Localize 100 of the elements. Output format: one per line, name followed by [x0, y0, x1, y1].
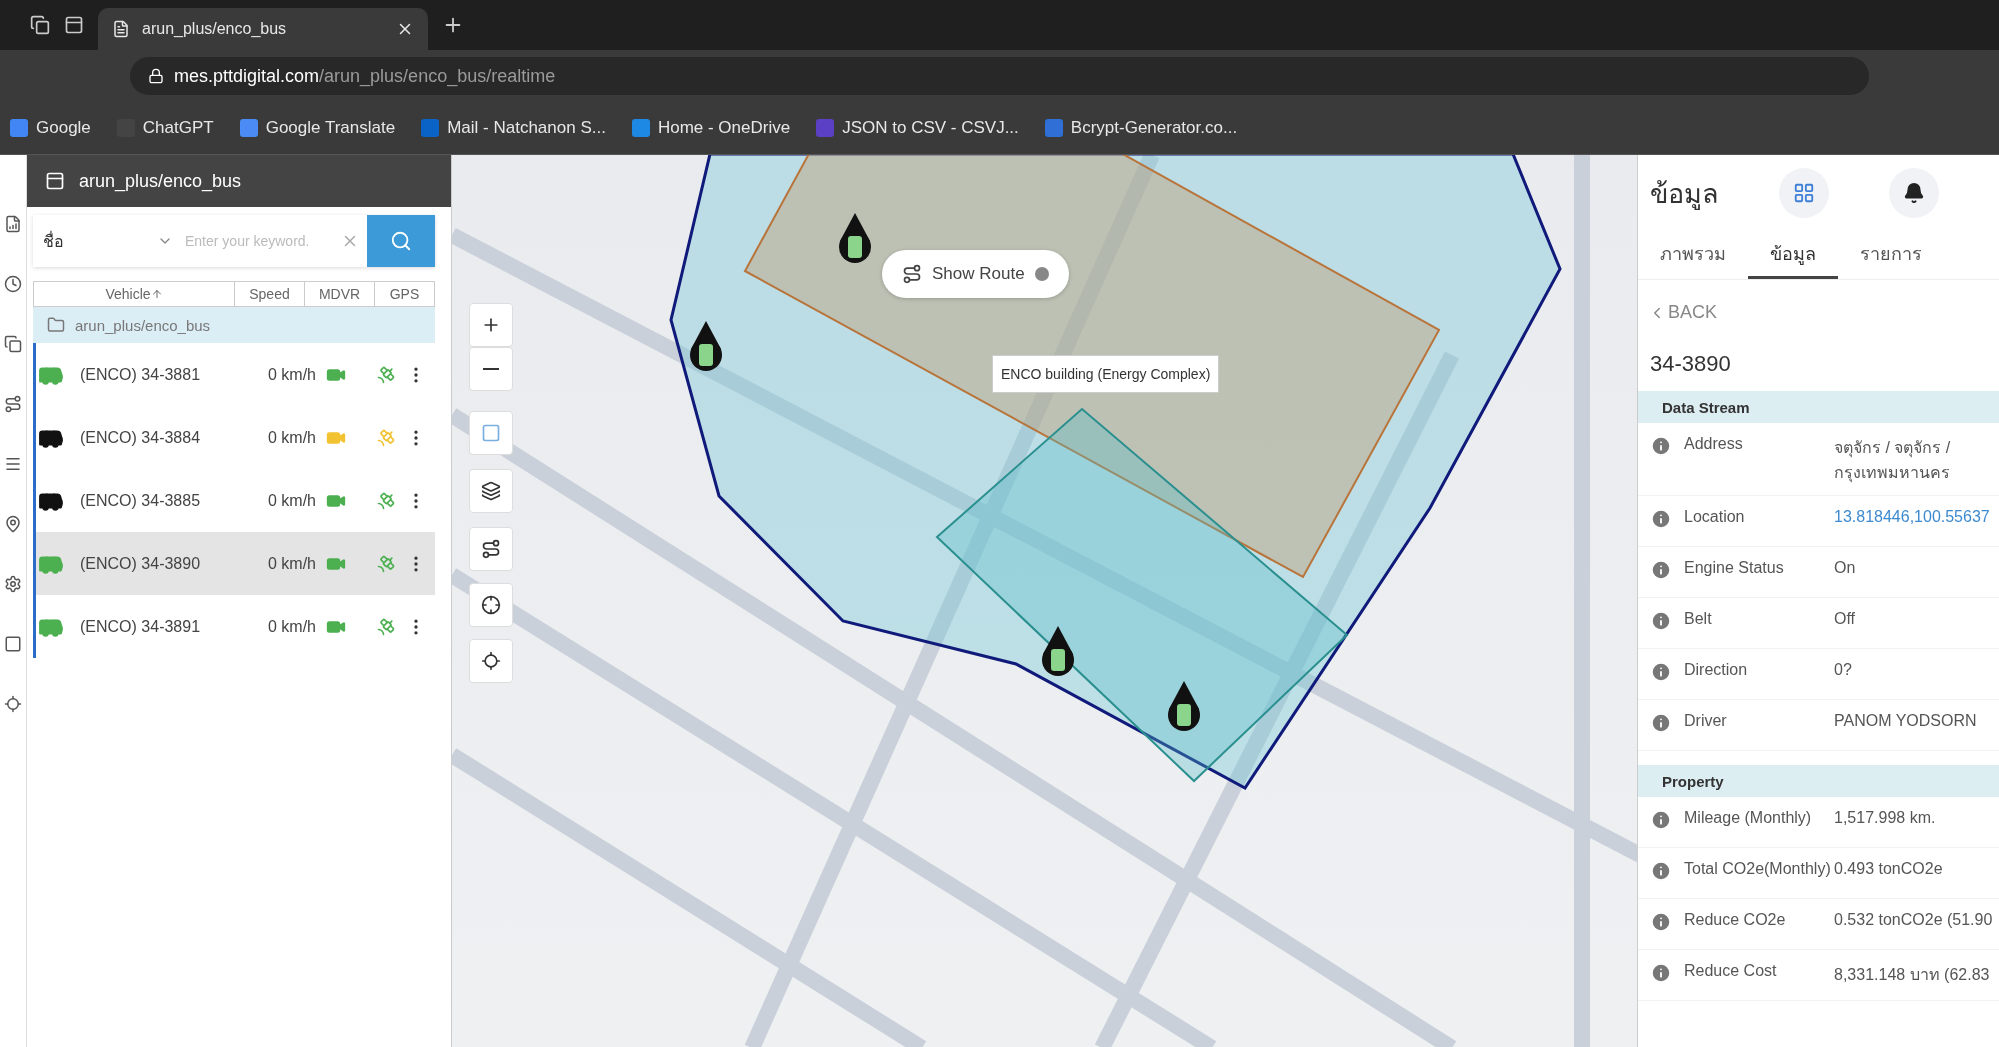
field-value: จตุจักร / จตุจักร / กรุงเทพมหานคร [1834, 438, 1952, 485]
section-header: Property [1638, 765, 1999, 797]
map-thumbnail-icon [481, 423, 501, 443]
page-icon [112, 20, 130, 38]
notification-button[interactable] [1889, 168, 1939, 218]
field-value: 1,517.998 km. [1834, 809, 1937, 827]
browser-tab[interactable]: arun_plus/enco_bus [98, 8, 428, 50]
workspace-icon[interactable] [30, 15, 50, 35]
vehicle-marker-icon[interactable] [839, 213, 871, 263]
vehicle-speed: 0 km/h [267, 428, 317, 447]
route-icon [481, 539, 501, 559]
sidebar-icon[interactable] [4, 455, 22, 473]
info-icon[interactable] [1650, 712, 1672, 734]
vehicle-name: (ENCO) 34-3890 [80, 554, 202, 573]
bookmark-icon [631, 119, 650, 137]
panel-title: ข้อมูล [1650, 177, 1719, 212]
bookmark[interactable]: Bcrypt-Generator.co... [1044, 118, 1238, 138]
field-label: Address [1684, 435, 1744, 453]
show-route-button[interactable]: Show Route [882, 250, 1069, 298]
sidebar-icon[interactable] [4, 575, 22, 593]
back-link[interactable]: BACK [1648, 302, 1999, 323]
tab[interactable]: ข้อมูล [1748, 231, 1838, 279]
info-icon[interactable] [1650, 610, 1672, 632]
field-label: Driver [1684, 712, 1728, 730]
bookmark[interactable]: Google [10, 118, 91, 138]
field-value: 0.493 tonCO2e [1834, 860, 1944, 878]
bookmark-icon [239, 119, 258, 137]
info-icon[interactable] [1650, 661, 1672, 683]
vehicle-name: (ENCO) 34-3885 [80, 491, 202, 510]
search-field-select[interactable]: ชื่อ [33, 215, 183, 267]
field-label: Engine Status [1684, 559, 1785, 577]
column-header[interactable]: MDVR [305, 282, 375, 306]
info-icon[interactable] [1650, 962, 1672, 984]
sidebar-icon[interactable] [4, 275, 22, 293]
info-icon[interactable] [1650, 559, 1672, 581]
info-icon[interactable] [1650, 911, 1672, 933]
bookmark-icon [10, 119, 28, 137]
field-label: Mileage (Monthly) [1684, 809, 1813, 827]
column-header[interactable]: GPS [375, 282, 434, 306]
grid-icon [1793, 182, 1815, 204]
layers-icon [481, 481, 501, 501]
column-header[interactable]: Vehicle [34, 282, 235, 306]
vehicle-row[interactable]: (ENCO) 34-3890 0 km/h [36, 532, 435, 595]
grid-button[interactable] [1779, 168, 1829, 218]
info-icon[interactable] [1650, 860, 1672, 882]
search-button[interactable] [367, 215, 435, 267]
field-label: Reduce CO2e [1684, 911, 1787, 929]
column-header[interactable]: Speed [235, 282, 305, 306]
vehicle-marker-icon[interactable] [1042, 626, 1074, 676]
locate-button[interactable] [469, 639, 513, 683]
bookmark[interactable]: Mail - Natchanon S... [421, 118, 606, 138]
sidebar-icon[interactable] [4, 635, 22, 653]
location-link[interactable]: 13.818446,100.55637 [1834, 508, 1999, 526]
search-field[interactable]: Enter your keyword. [183, 215, 333, 267]
field-label: Direction [1684, 661, 1749, 679]
sort-arrow-icon [150, 288, 163, 300]
group-row[interactable]: arun_plus/enco_bus [33, 307, 435, 343]
sidebar-icon[interactable] [4, 395, 22, 413]
field-value: 0.532 tonCO2e (51.90 [1834, 911, 1994, 929]
layers-button[interactable] [469, 469, 513, 513]
vehicle-speed: 0 km/h [267, 491, 317, 510]
field-value: 8,331.148 บาท (62.83 [1834, 965, 1991, 985]
vehicle-name: (ENCO) 34-3884 [80, 428, 202, 447]
info-icon[interactable] [1650, 809, 1672, 831]
vehicle-speed: 0 km/h [267, 365, 317, 384]
vehicle-speed: 0 km/h [267, 617, 317, 636]
bookmark[interactable]: JSON to CSV - CSVJ... [816, 118, 1019, 138]
vehicle-marker-icon[interactable] [1168, 681, 1200, 731]
zoom-in-button[interactable] [469, 303, 513, 347]
sidebar-icon[interactable] [4, 515, 22, 533]
vehicle-speed: 0 km/h [267, 554, 317, 573]
window-icon [45, 171, 65, 191]
bookmark[interactable]: ChatGPT [116, 118, 214, 138]
tab-panel-icon[interactable] [64, 15, 84, 35]
bookmark-icon [1044, 119, 1063, 137]
tab[interactable]: ภาพรวม [1638, 231, 1748, 279]
satellite-icon[interactable] [376, 490, 396, 511]
crosshair-icon [481, 595, 501, 615]
vehicle-marker-icon[interactable] [690, 321, 722, 371]
sidebar-icon[interactable] [4, 335, 22, 353]
field-value: 0? [1834, 661, 1853, 679]
bookmark[interactable]: Google Translate [239, 118, 396, 138]
route-icon [902, 264, 922, 284]
minus-icon [483, 368, 499, 370]
info-icon[interactable] [1650, 508, 1672, 530]
satellite-icon[interactable] [376, 616, 396, 637]
sidebar-icon[interactable] [4, 695, 22, 713]
sidebar-icon[interactable] [4, 215, 22, 233]
measure-button[interactable] [469, 527, 513, 571]
satellite-icon[interactable] [376, 364, 396, 385]
field-label: Belt [1684, 610, 1713, 628]
tab[interactable]: รายการ [1838, 231, 1944, 279]
status-dot-icon [1034, 267, 1049, 281]
folder-icon [47, 316, 65, 334]
field-label: Reduce Cost [1684, 962, 1778, 980]
bookmark[interactable]: Home - OneDrive [631, 118, 791, 138]
area-select-button[interactable] [469, 583, 513, 627]
locate-icon [481, 651, 501, 671]
info-icon[interactable] [1650, 435, 1672, 457]
address-bar[interactable]: mes.pttdigital.com/arun_plus/enco_bus/realtime [130, 57, 1869, 95]
